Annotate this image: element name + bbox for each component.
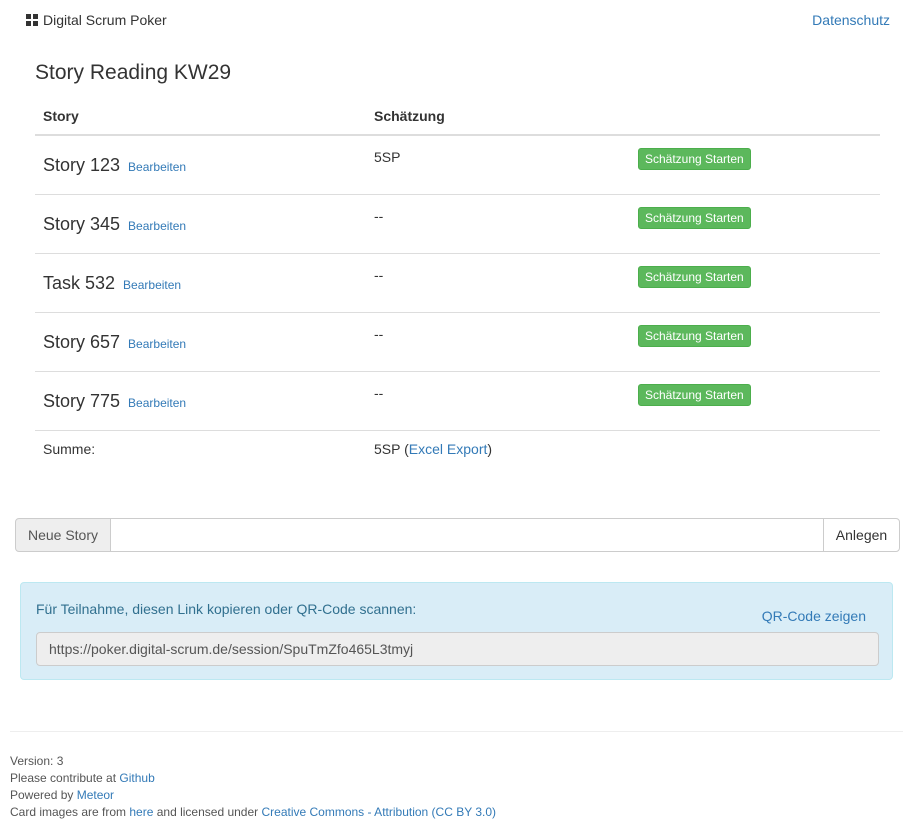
start-estimation-button[interactable]: Schätzung Starten xyxy=(638,148,751,170)
footer-divider xyxy=(10,731,903,732)
excel-export-link[interactable]: Excel Export xyxy=(409,441,488,457)
powered-text: Powered by xyxy=(10,788,77,802)
new-story-label: Neue Story xyxy=(15,518,111,552)
sum-open-paren: ( xyxy=(400,441,409,457)
edit-link[interactable]: Bearbeiten xyxy=(128,337,186,351)
story-estimate: -- xyxy=(374,208,384,224)
edit-link[interactable]: Bearbeiten xyxy=(128,160,186,174)
version-text: Version: 3 xyxy=(10,754,64,768)
navbar: Digital Scrum Poker Datenschutz xyxy=(0,0,915,40)
start-estimation-button[interactable]: Schätzung Starten xyxy=(638,266,751,288)
session-link-field[interactable] xyxy=(36,632,879,666)
grid-icon xyxy=(26,14,38,26)
share-panel: Für Teilnahme, diesen Link kopieren oder… xyxy=(20,582,893,680)
edit-link[interactable]: Bearbeiten xyxy=(123,278,181,292)
start-estimation-button[interactable]: Schätzung Starten xyxy=(638,384,751,406)
brand-link[interactable]: Digital Scrum Poker xyxy=(26,12,167,28)
story-estimate: -- xyxy=(374,385,384,401)
story-estimate: -- xyxy=(374,267,384,283)
share-instructions: Für Teilnahme, diesen Link kopieren oder… xyxy=(36,601,417,617)
edit-link[interactable]: Bearbeiten xyxy=(128,396,186,410)
privacy-link[interactable]: Datenschutz xyxy=(812,12,890,28)
story-name: Story 657 xyxy=(43,332,121,352)
story-estimate: -- xyxy=(374,326,384,342)
header-story: Story xyxy=(35,98,366,136)
story-table: Story Schätzung Story 123 Bearbeiten 5SP … xyxy=(35,98,880,467)
cards-source-link[interactable]: here xyxy=(129,805,153,819)
table-row: Story 775 Bearbeiten -- Schätzung Starten xyxy=(35,371,880,431)
table-row: Story 657 Bearbeiten -- Schätzung Starten xyxy=(35,312,880,372)
sum-value: 5SP xyxy=(374,441,401,457)
cards-text: Card images are from xyxy=(10,805,130,819)
header-estimate: Schätzung xyxy=(366,98,630,136)
story-name: Story 345 xyxy=(43,214,121,234)
start-estimation-button[interactable]: Schätzung Starten xyxy=(638,325,751,347)
table-row: Story 123 Bearbeiten 5SP Schätzung Starte… xyxy=(35,135,880,195)
page-title: Story Reading KW29 xyxy=(35,61,232,84)
start-estimation-button[interactable]: Schätzung Starten xyxy=(638,207,751,229)
new-story-group: Neue Story Anlegen xyxy=(15,518,900,552)
sum-label: Summe: xyxy=(35,430,366,467)
table-row: Task 532 Bearbeiten -- Schätzung Starten xyxy=(35,253,880,313)
story-name: Task 532 xyxy=(43,273,116,293)
powered-line: Powered by Meteor xyxy=(10,787,496,804)
contribute-text: Please contribute at xyxy=(10,771,120,785)
add-story-button[interactable]: Anlegen xyxy=(823,518,900,552)
header-actions xyxy=(630,98,880,136)
sum-close-paren: ) xyxy=(487,441,493,457)
story-name: Story 123 xyxy=(43,155,121,175)
contribute-line: Please contribute at Github xyxy=(10,770,496,787)
story-name: Story 775 xyxy=(43,391,121,411)
sum-row: Summe: 5SP (Excel Export) xyxy=(35,430,880,467)
show-qr-code-link[interactable]: QR-Code zeigen xyxy=(762,608,866,624)
table-row: Story 345 Bearbeiten -- Schätzung Starten xyxy=(35,194,880,254)
sum-cell: 5SP (Excel Export) xyxy=(366,430,630,467)
edit-link[interactable]: Bearbeiten xyxy=(128,219,186,233)
github-link[interactable]: Github xyxy=(119,771,154,785)
brand-label: Digital Scrum Poker xyxy=(43,12,167,28)
license-link[interactable]: Creative Commons - Attribution (CC BY 3.… xyxy=(261,805,496,819)
cards-line: Card images are from here and licensed u… xyxy=(10,804,496,821)
footer: Version: 3 Please contribute at Github P… xyxy=(10,753,496,821)
meteor-link[interactable]: Meteor xyxy=(77,788,114,802)
cards-middle-text: and licensed under xyxy=(153,805,262,819)
new-story-input[interactable] xyxy=(111,518,823,552)
story-estimate: 5SP xyxy=(374,149,401,165)
